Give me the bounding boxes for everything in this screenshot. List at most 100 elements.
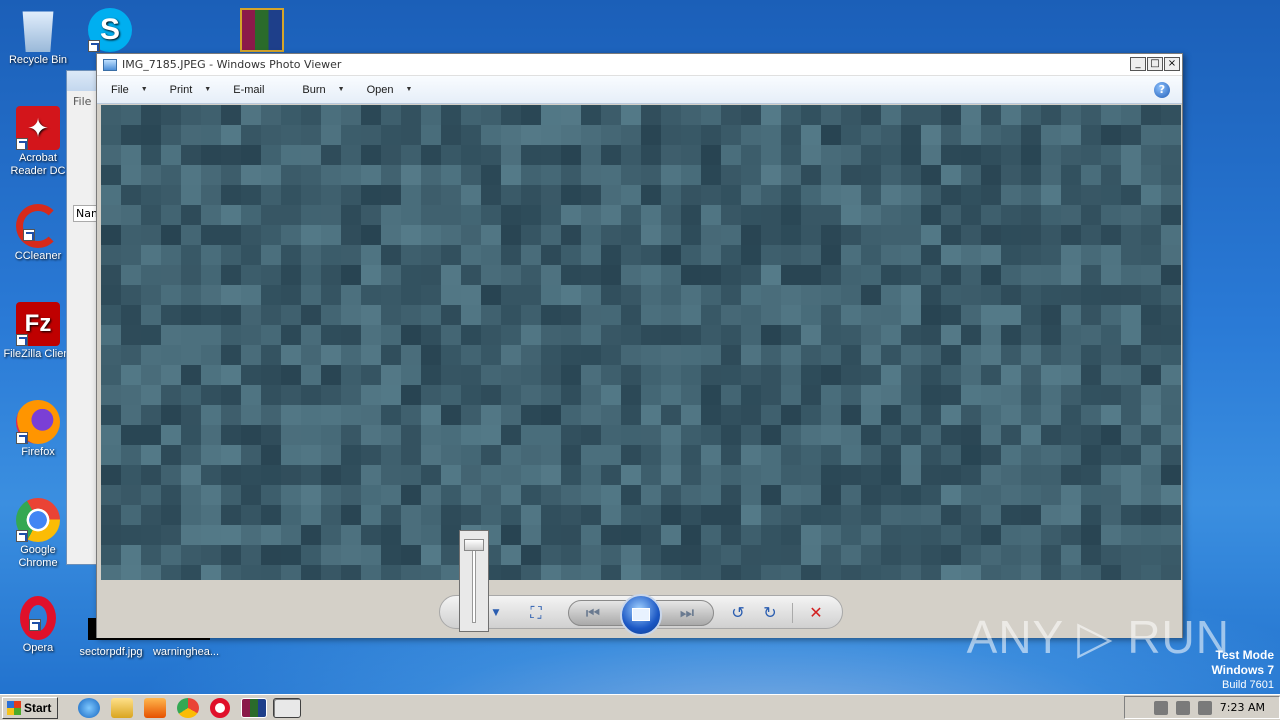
photo-pixel — [441, 145, 461, 165]
desktop-icon-winrar[interactable] — [224, 8, 300, 54]
photo-pixel — [1061, 465, 1081, 485]
previous-icon[interactable]: ⏮ — [583, 604, 603, 622]
desktop-icon-ccleaner[interactable]: CCleaner — [0, 204, 76, 263]
background-explorer-window[interactable]: File Nam — [66, 70, 100, 565]
photo-pixel — [561, 205, 581, 225]
photo-pixel — [421, 205, 441, 225]
zoom-slider[interactable] — [459, 530, 489, 632]
photo-pixel — [1101, 405, 1121, 425]
photo-pixel — [801, 485, 821, 505]
rotate-counterclockwise-icon[interactable]: ↺ — [728, 604, 748, 622]
photo-pixel — [921, 325, 941, 345]
photo-pixel — [161, 365, 181, 385]
desktop-icon-skype[interactable]: S — [88, 8, 132, 54]
photo-pixel — [1101, 565, 1121, 580]
actual-size-icon[interactable]: ⛶ — [526, 604, 546, 622]
photo-pixel — [701, 185, 721, 205]
media-player-icon[interactable] — [144, 697, 167, 718]
photo-pixel — [281, 145, 301, 165]
photo-pixel — [481, 145, 501, 165]
photo-pixel — [141, 125, 161, 145]
photo-pixel — [521, 385, 541, 405]
photo-pixel — [841, 405, 861, 425]
close-button[interactable]: × — [1164, 57, 1180, 71]
winrar-taskbar-icon[interactable] — [241, 697, 268, 718]
photo-pixel — [121, 125, 141, 145]
menu-burn[interactable]: Burn ▼ — [302, 84, 344, 96]
shortcut-arrow-icon — [16, 138, 28, 150]
menu-file[interactable]: File ▼ — [111, 84, 148, 96]
desktop-icon-acrobat[interactable]: ✦ Acrobat Reader DC — [0, 106, 76, 178]
photo-pixel — [301, 345, 321, 365]
photo-pixel — [601, 545, 621, 565]
photo-pixel — [781, 125, 801, 145]
photo-pixel — [241, 105, 261, 125]
photo-pixel — [741, 365, 761, 385]
menu-email[interactable]: E-mail — [233, 84, 264, 96]
network-icon[interactable] — [1175, 700, 1190, 715]
chrome-taskbar-icon[interactable] — [177, 697, 200, 718]
background-window-file-menu[interactable]: File — [67, 91, 99, 112]
menu-open[interactable]: Open ▼ — [367, 84, 413, 96]
photo-pixel — [901, 485, 921, 505]
photo-pixel — [321, 305, 341, 325]
photo-pixel — [1161, 305, 1181, 325]
explorer-icon[interactable] — [111, 697, 134, 718]
desktop-icon-filezilla[interactable]: Fz FileZilla Client — [0, 302, 76, 361]
photo-pixel — [941, 245, 961, 265]
toolbar-divider — [792, 603, 793, 623]
photo-pixel — [141, 205, 161, 225]
clock[interactable]: 7:23 AM — [1220, 701, 1265, 714]
maximize-button[interactable]: □ — [1147, 57, 1163, 71]
slideshow-button[interactable] — [620, 594, 662, 636]
photo-pixel — [841, 185, 861, 205]
rotate-clockwise-icon[interactable]: ↻ — [760, 604, 780, 622]
photo-pixel — [1121, 225, 1141, 245]
desktop-icon-chrome[interactable]: Google Chrome — [0, 498, 76, 570]
desktop-icon-recycle-bin[interactable]: Recycle Bin — [0, 8, 76, 67]
zoom-dropdown-icon[interactable]: ▼ — [486, 604, 506, 622]
photo-pixel — [561, 165, 581, 185]
photo-pixel — [601, 165, 621, 185]
photo-pixel — [661, 345, 681, 365]
photo-pixel — [101, 165, 121, 185]
photo-pixel — [961, 445, 981, 465]
action-center-flag-icon[interactable] — [1197, 700, 1212, 715]
photo-pixel — [981, 125, 1001, 145]
ie-icon[interactable] — [78, 697, 101, 718]
photo-pixel — [1101, 145, 1121, 165]
zoom-slider-thumb[interactable] — [464, 539, 484, 551]
photo-pixel — [681, 225, 701, 245]
desktop-icon-opera[interactable]: Opera — [0, 596, 76, 655]
desktop-icon-sectorpdf[interactable]: sectorpdf.jpg — [72, 646, 150, 659]
photo-pixel — [241, 525, 261, 545]
photo-pixel — [781, 345, 801, 365]
viewer-titlebar[interactable]: IMG_7185.JPEG - Windows Photo Viewer _ □… — [97, 54, 1182, 76]
photo-pixel — [321, 325, 341, 345]
photo-pixel — [141, 445, 161, 465]
photo-pixel — [561, 465, 581, 485]
photo-pixel — [321, 505, 341, 525]
photo-pixel — [901, 165, 921, 185]
photo-viewer-taskbar-button[interactable] — [273, 697, 302, 718]
start-button[interactable]: Start — [2, 696, 59, 719]
next-icon[interactable]: ⏭ — [677, 604, 697, 622]
photo-display[interactable] — [101, 105, 1181, 580]
photo-pixel — [661, 465, 681, 485]
desktop-icon-warninghea[interactable]: warninghea... — [146, 646, 226, 659]
photo-pixel — [961, 325, 981, 345]
volume-icon[interactable] — [1153, 700, 1168, 715]
menu-print[interactable]: Print ▼ — [170, 84, 212, 96]
minimize-button[interactable]: _ — [1130, 57, 1146, 71]
desktop-icon-label: Acrobat Reader DC — [10, 152, 66, 177]
delete-icon[interactable]: ✕ — [806, 604, 826, 622]
photo-pixel — [701, 545, 721, 565]
photo-pixel — [401, 285, 421, 305]
help-icon[interactable]: ? — [1154, 82, 1170, 98]
photo-pixel — [101, 465, 121, 485]
desktop-icon-firefox[interactable]: Firefox — [0, 400, 76, 459]
photo-viewer-window[interactable]: IMG_7185.JPEG - Windows Photo Viewer _ □… — [96, 53, 1183, 638]
opera-taskbar-icon[interactable] — [210, 697, 231, 718]
photo-pixel — [1021, 305, 1041, 325]
menu-label: E-mail — [233, 83, 265, 96]
